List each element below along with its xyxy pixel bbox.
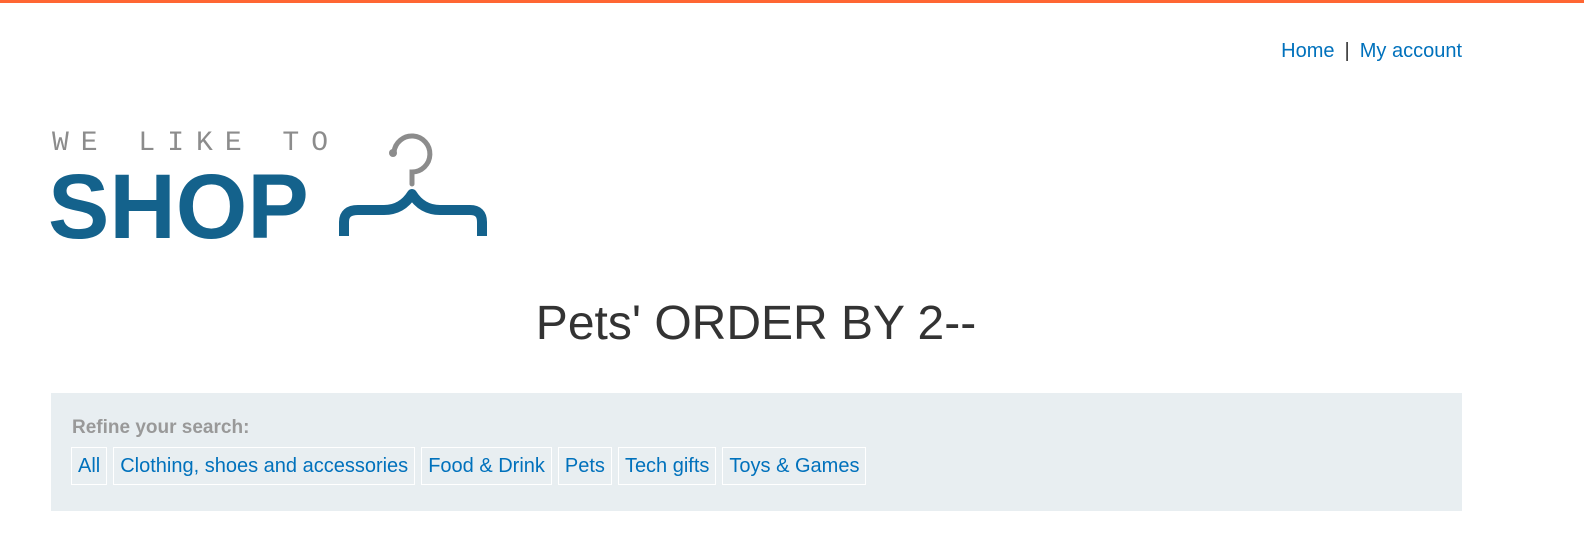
filter-clothing[interactable]: Clothing, shoes and accessories — [113, 447, 416, 485]
logo-tagline: WE LIKE TO — [52, 128, 340, 159]
my-account-link[interactable]: My account — [1360, 40, 1462, 63]
filter-food-drink[interactable]: Food & Drink — [421, 447, 552, 485]
home-link[interactable]: Home — [1281, 40, 1334, 63]
filter-toys-games[interactable]: Toys & Games — [722, 447, 867, 485]
filter-pets[interactable]: Pets — [557, 447, 612, 485]
nav-separator: | — [1344, 40, 1350, 62]
logo-wordmark: SHOP — [50, 156, 309, 244]
page-title: Pets' ORDER BY 2-- — [535, 297, 977, 350]
category-filters: All Clothing, shoes and accessories Food… — [71, 447, 867, 485]
filter-panel: Refine your search: All Clothing, shoes … — [51, 393, 1462, 511]
filter-label: Refine your search: — [72, 417, 250, 438]
hanger-icon — [339, 133, 487, 236]
top-navigation: Home | My account — [1281, 40, 1462, 63]
filter-all[interactable]: All — [71, 447, 108, 485]
filter-tech-gifts[interactable]: Tech gifts — [617, 447, 717, 485]
top-accent-border — [0, 0, 1584, 3]
shop-logo[interactable]: WE LIKE TO SHOP — [50, 124, 490, 244]
